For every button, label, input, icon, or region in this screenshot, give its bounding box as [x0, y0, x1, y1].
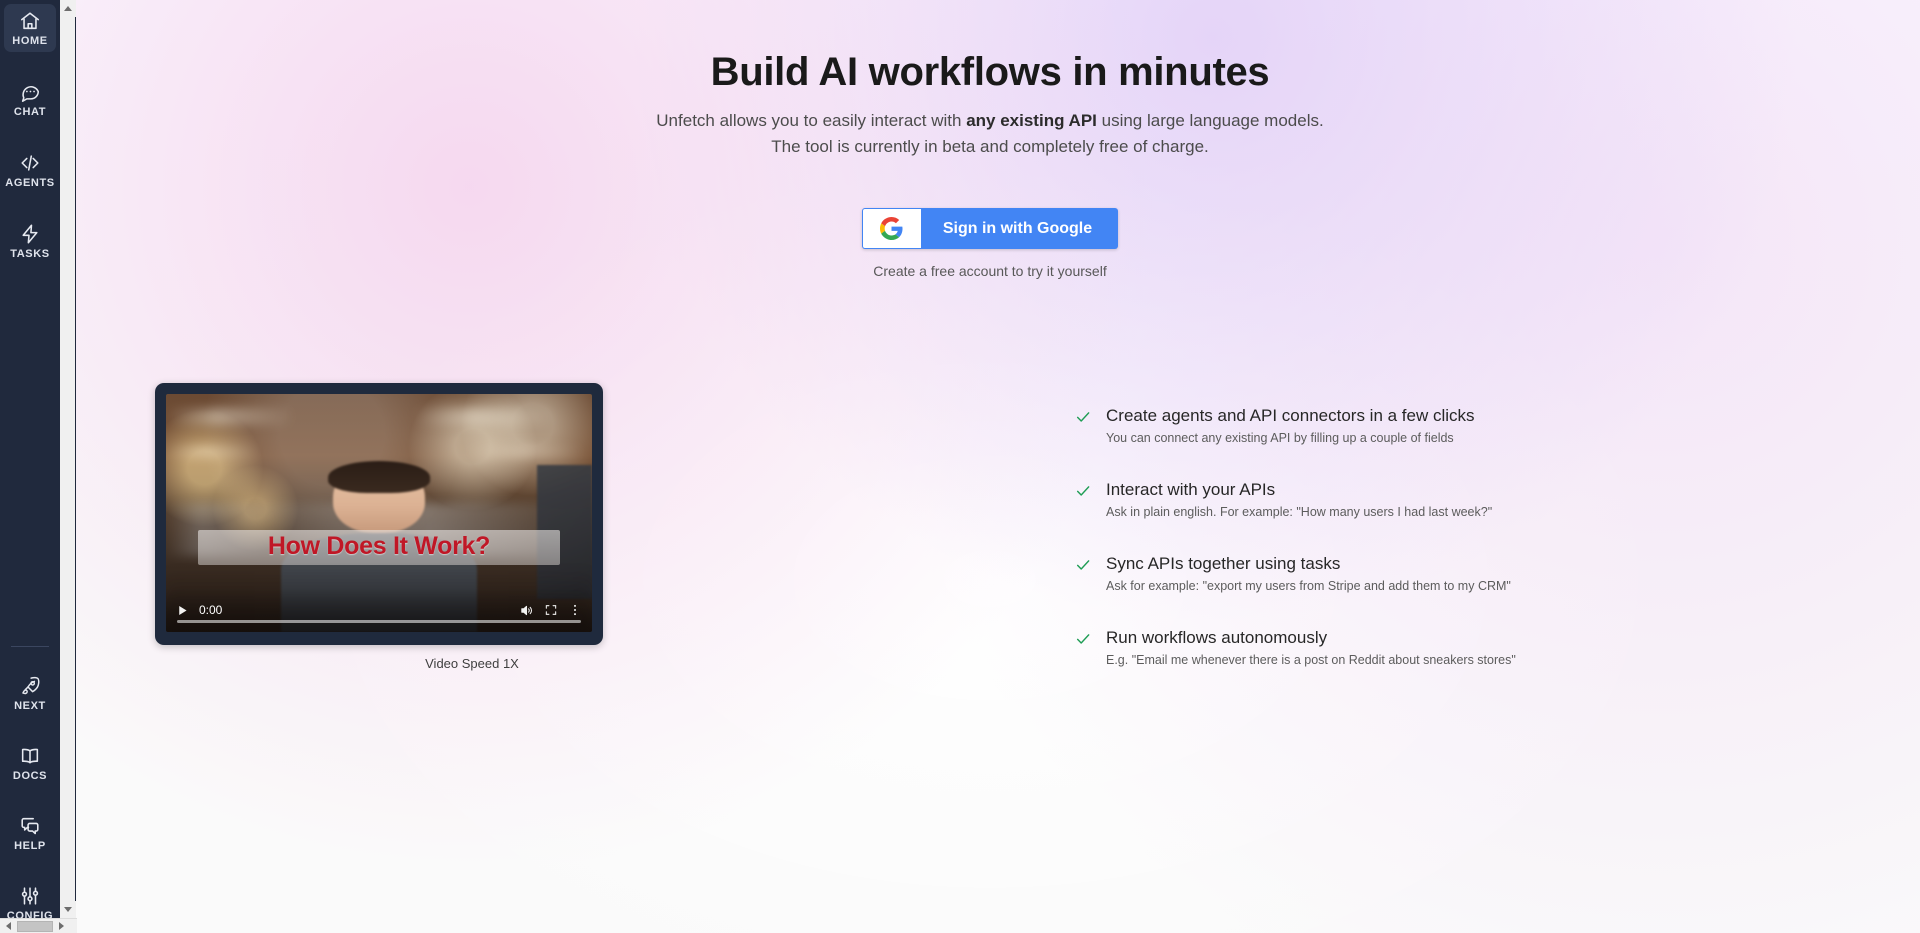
chat-icon — [19, 81, 41, 103]
sidebar-label-agents: AGENTS — [5, 177, 54, 189]
scroll-down-button[interactable] — [60, 901, 76, 918]
video-player[interactable]: How Does It Work? 0:00 — [155, 383, 603, 645]
sliders-icon — [19, 885, 41, 907]
sidebar-label-tasks: TASKS — [10, 248, 49, 260]
sidebar-item-help[interactable]: HELP — [4, 809, 56, 857]
main-content: Build AI workflows in minutes Unfetch al… — [60, 0, 1920, 933]
subtitle-text-1: Unfetch allows you to easily interact wi… — [656, 111, 966, 130]
chevron-left-icon — [6, 922, 11, 930]
check-icon — [1075, 631, 1091, 647]
feature-item: Run workflows autonomously E.g. "Email m… — [1075, 627, 1595, 669]
presenter-hair — [328, 461, 430, 494]
rocket-icon — [19, 675, 41, 697]
feature-text: Run workflows autonomously E.g. "Email m… — [1106, 627, 1516, 669]
hero-section: Build AI workflows in minutes Unfetch al… — [60, 0, 1920, 160]
signin-section: Sign in with Google Create a free accoun… — [60, 208, 1920, 279]
fullscreen-icon[interactable] — [544, 603, 558, 617]
chevron-down-icon — [64, 907, 72, 912]
page-title: Build AI workflows in minutes — [60, 48, 1920, 96]
horizontal-scrollbar-thumb[interactable] — [17, 921, 53, 932]
feature-title: Run workflows autonomously — [1106, 627, 1516, 649]
check-icon — [1075, 557, 1091, 573]
subtitle-emphasis: any existing API — [966, 111, 1097, 130]
home-icon — [19, 10, 41, 32]
primary-sidebar: HOME CHAT — [0, 0, 60, 933]
chevron-up-icon — [64, 6, 72, 11]
feature-item: Interact with your APIs Ask in plain eng… — [1075, 479, 1595, 521]
feature-title: Sync APIs together using tasks — [1106, 553, 1511, 575]
feature-text: Create agents and API connectors in a fe… — [1106, 405, 1475, 447]
signin-note: Create a free account to try it yourself — [873, 263, 1106, 279]
subtitle-line-2: The tool is currently in beta and comple… — [771, 137, 1209, 156]
scroll-left-button[interactable] — [0, 919, 17, 933]
video-block: How Does It Work? 0:00 — [155, 383, 603, 671]
feature-title: Create agents and API connectors in a fe… — [1106, 405, 1475, 427]
more-options-icon[interactable] — [568, 603, 582, 617]
video-progress-bar[interactable] — [177, 620, 581, 623]
feature-title: Interact with your APIs — [1106, 479, 1492, 501]
sidebar-label-chat: CHAT — [14, 106, 46, 118]
sidebar-item-tasks[interactable]: TASKS — [4, 217, 56, 265]
lightning-icon — [19, 223, 41, 245]
chevron-right-icon — [59, 922, 64, 930]
scroll-right-button[interactable] — [53, 919, 70, 933]
scroll-up-button[interactable] — [60, 0, 76, 17]
sidebar-item-chat[interactable]: CHAT — [4, 75, 56, 123]
feature-item: Sync APIs together using tasks Ask for e… — [1075, 553, 1595, 595]
video-speed-label: Video Speed 1X — [155, 656, 603, 671]
google-g-icon — [863, 209, 921, 248]
hero-subtitle: Unfetch allows you to easily interact wi… — [60, 108, 1920, 160]
subtitle-text-2: using large language models. — [1097, 111, 1324, 130]
feature-description: E.g. "Email me whenever there is a post … — [1106, 652, 1516, 669]
video-backdrop-band-2 — [166, 446, 592, 458]
check-icon — [1075, 483, 1091, 499]
check-icon — [1075, 409, 1091, 425]
video-backdrop-band-1 — [166, 408, 592, 425]
sidebar-bottom-group: NEXT DOCS HELP — [4, 669, 56, 933]
feature-description: You can connect any existing API by fill… — [1106, 430, 1475, 447]
video-screen[interactable]: How Does It Work? 0:00 — [166, 394, 592, 632]
book-icon — [19, 745, 41, 767]
sidebar-top-group: HOME CHAT — [4, 4, 56, 288]
sidebar-label-help: HELP — [14, 840, 46, 852]
sign-in-with-google-button[interactable]: Sign in with Google — [862, 208, 1118, 249]
sidebar-item-next[interactable]: NEXT — [4, 669, 56, 717]
sidebar-item-home[interactable]: HOME — [4, 4, 56, 52]
feature-text: Sync APIs together using tasks Ask for e… — [1106, 553, 1511, 595]
sign-in-button-label: Sign in with Google — [921, 208, 1118, 249]
sidebar-item-agents[interactable]: AGENTS — [4, 146, 56, 194]
volume-icon[interactable] — [519, 603, 534, 618]
sidebar-item-docs[interactable]: DOCS — [4, 739, 56, 787]
video-current-time: 0:00 — [199, 603, 222, 617]
video-controls: 0:00 — [166, 588, 592, 632]
code-icon — [19, 152, 41, 174]
feature-text: Interact with your APIs Ask in plain eng… — [1106, 479, 1492, 521]
play-icon[interactable] — [176, 604, 189, 617]
feature-description: Ask in plain english. For example: "How … — [1106, 504, 1492, 521]
features-list: Create agents and API connectors in a fe… — [1075, 405, 1595, 669]
horizontal-scrollbar[interactable] — [0, 918, 77, 933]
chat-bubbles-icon — [19, 815, 41, 837]
sidebar-vertical-scrollbar[interactable] — [60, 0, 76, 918]
feature-item: Create agents and API connectors in a fe… — [1075, 405, 1595, 447]
sidebar-label-home: HOME — [12, 35, 47, 47]
feature-description: Ask for example: "export my users from S… — [1106, 578, 1511, 595]
app-root: HOME CHAT — [0, 0, 1920, 933]
sidebar-divider — [11, 646, 49, 647]
sidebar-label-next: NEXT — [14, 700, 46, 712]
sidebar-label-docs: DOCS — [13, 770, 47, 782]
